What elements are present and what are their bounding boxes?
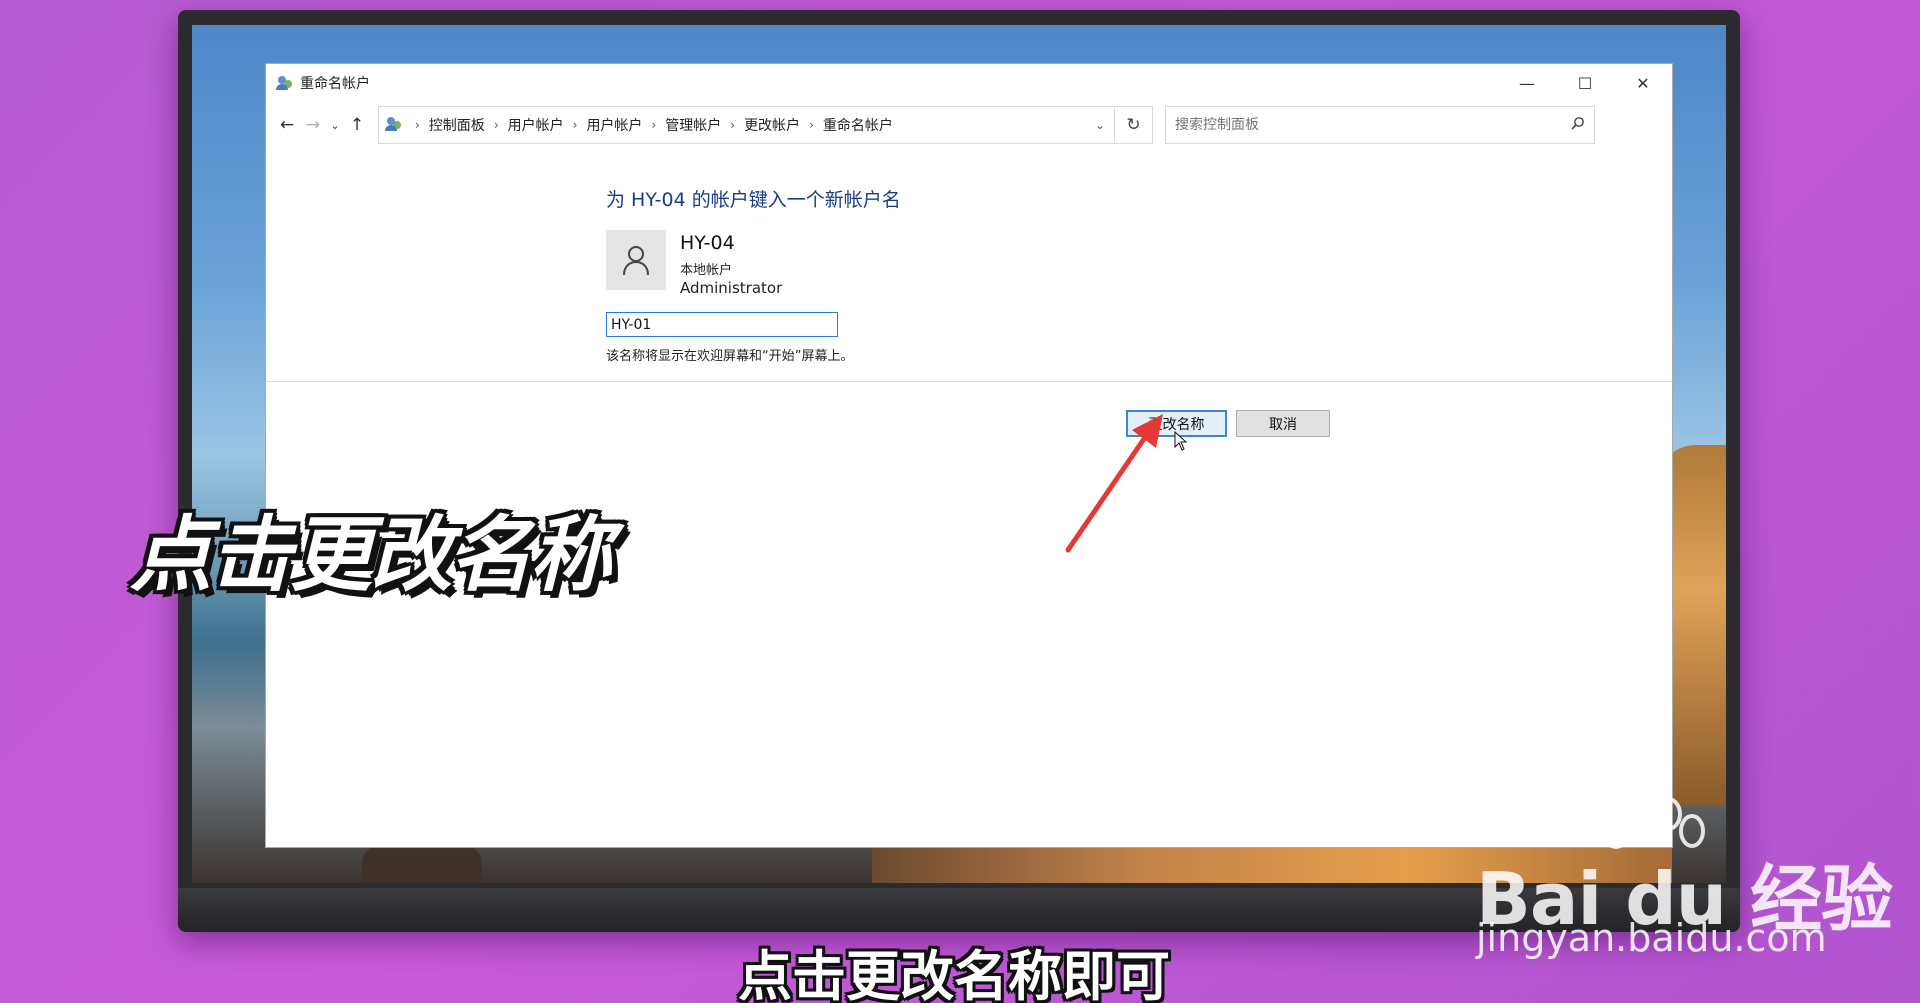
window-title: 重命名帐户 [300, 76, 370, 92]
name-hint-text: 该名称将显示在欢迎屏幕和“开始”屏幕上。 [606, 349, 854, 364]
title-bar: 重命名帐户 — ☐ ✕ [266, 64, 1672, 102]
back-arrow-icon[interactable]: ← [274, 110, 300, 140]
breadcrumb-change-account[interactable]: 更改帐户 [744, 115, 800, 135]
breadcrumb-user-accounts[interactable]: 用户帐户 [508, 115, 564, 135]
divider [266, 381, 1672, 382]
user-accounts-icon [276, 74, 294, 92]
close-button[interactable]: ✕ [1614, 64, 1672, 102]
minimize-button[interactable]: — [1498, 64, 1556, 102]
search-box[interactable] [1165, 106, 1595, 144]
maximize-button[interactable]: ☐ [1556, 64, 1614, 102]
breadcrumb-manage-accounts[interactable]: 管理帐户 [665, 115, 721, 135]
chevron-right-icon[interactable]: › [415, 118, 420, 132]
breadcrumb-rename-account[interactable]: 重命名帐户 [823, 115, 893, 135]
address-bar[interactable]: › 控制面板 › 用户帐户 › 用户帐户 › 管理帐户 › 更改帐户 › 重命名… [378, 106, 1153, 144]
chevron-right-icon[interactable]: › [809, 118, 814, 132]
chevron-right-icon[interactable]: › [573, 118, 578, 132]
breadcrumb-user-accounts-sub[interactable]: 用户帐户 [586, 115, 642, 135]
instruction-caption: 点击更改名称 [130, 508, 612, 603]
window-controls: — ☐ ✕ [1498, 64, 1672, 102]
red-pointer-arrow [1065, 414, 1163, 553]
search-input[interactable] [1175, 117, 1562, 133]
recent-locations-icon[interactable]: ⌄ [326, 110, 344, 140]
refresh-icon[interactable]: ↻ [1114, 106, 1152, 144]
user-account-type: 本地帐户 [680, 263, 733, 278]
chevron-right-icon[interactable]: › [730, 118, 735, 132]
up-arrow-icon[interactable]: ↑ [344, 110, 370, 140]
user-role: Administrator [680, 279, 783, 297]
video-subtitle: 点击更改名称即可 [738, 945, 1170, 1003]
chevron-right-icon[interactable]: › [494, 118, 499, 132]
new-account-name-input[interactable] [606, 312, 838, 337]
search-icon[interactable] [1562, 116, 1594, 134]
page-title: 为 HY-04 的帐户键入一个新帐户名 [606, 189, 901, 211]
chevron-down-icon[interactable]: ⌄ [1086, 118, 1114, 132]
avatar [606, 230, 666, 290]
breadcrumb-control-panel[interactable]: 控制面板 [429, 115, 485, 135]
user-name: HY-04 [680, 232, 735, 254]
user-icon [623, 246, 649, 276]
navigation-bar: ← → ⌄ ↑ › 控制面板 › 用户帐户 › 用户帐户 › 管理帐户 › 更改… [266, 102, 1672, 148]
forward-arrow-icon[interactable]: → [300, 110, 326, 140]
rename-account-window: 重命名帐户 — ☐ ✕ ← → ⌄ ↑ › 控制面板 › 用户帐户 › 用户帐户… [265, 63, 1673, 848]
control-panel-icon [384, 114, 406, 136]
chevron-right-icon[interactable]: › [651, 118, 656, 132]
cancel-button[interactable]: 取消 [1236, 410, 1330, 437]
watermark-url: jingyan.baidu.com [1476, 916, 1827, 960]
